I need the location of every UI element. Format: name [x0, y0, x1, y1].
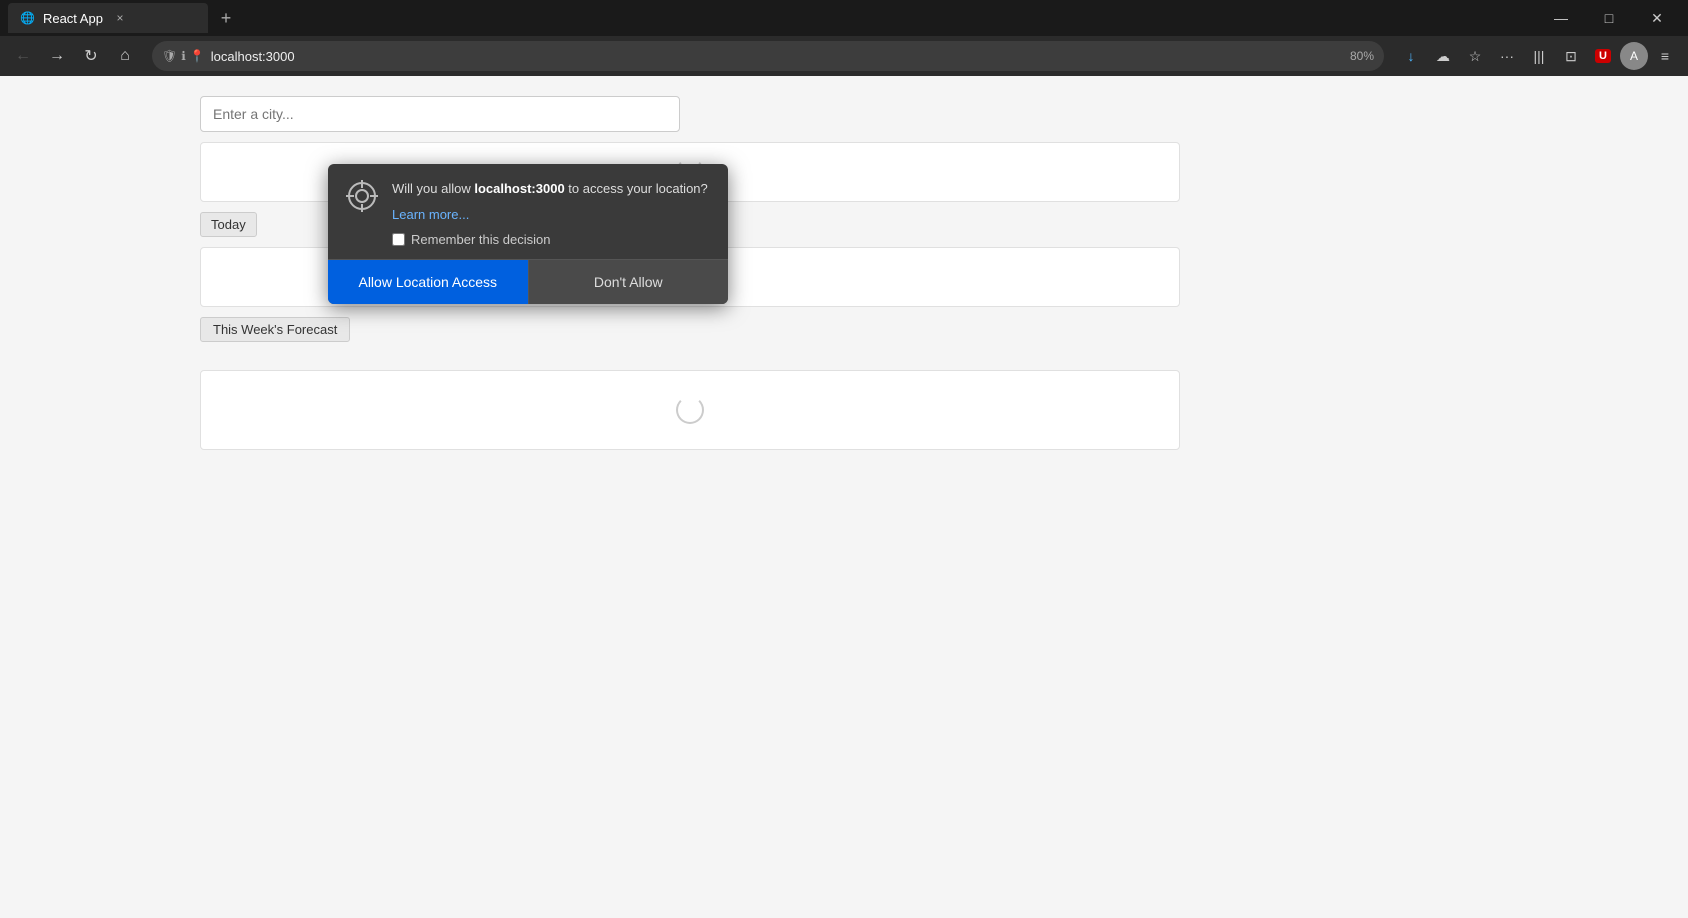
- popup-body: Will you allow localhost:3000 to access …: [328, 164, 728, 259]
- more-icon: ···: [1500, 48, 1514, 64]
- maximize-button[interactable]: □: [1586, 0, 1632, 36]
- deny-location-button[interactable]: Don't Allow: [528, 260, 729, 304]
- nav-bar: ← → ↻ ⌂ 🛡 ℹ 📍 localhost:3000 80% ↓ ☁ ☆ ·…: [0, 36, 1688, 76]
- forward-button[interactable]: →: [42, 41, 72, 71]
- nav-right-buttons: ↓ ☁ ☆ ··· ||| ⊡ U A ≡: [1396, 41, 1680, 71]
- avatar-icon: A: [1630, 49, 1638, 63]
- bookmark-button[interactable]: ☆: [1460, 41, 1490, 71]
- popup-buttons: Allow Location Access Don't Allow: [328, 259, 728, 304]
- forward-icon: →: [49, 47, 65, 65]
- title-bar: 🌐 React App × + — □ ✕: [0, 0, 1688, 36]
- location-icon: 📍: [190, 49, 205, 63]
- home-button[interactable]: ⌂: [110, 41, 140, 71]
- new-tab-button[interactable]: +: [212, 4, 240, 32]
- back-button[interactable]: ←: [8, 41, 38, 71]
- address-bar[interactable]: 🛡 ℹ 📍 localhost:3000 80%: [152, 41, 1384, 71]
- pocket-button[interactable]: ☁: [1428, 41, 1458, 71]
- split-button[interactable]: ⊡: [1556, 41, 1586, 71]
- library-button[interactable]: |||: [1524, 41, 1554, 71]
- zoom-level: 80%: [1350, 49, 1374, 63]
- week-forecast-button[interactable]: This Week's Forecast: [200, 317, 350, 342]
- today-button[interactable]: Today: [200, 212, 257, 237]
- minimize-button[interactable]: —: [1538, 0, 1584, 36]
- refresh-icon: ↻: [84, 46, 97, 66]
- browser-tab[interactable]: 🌐 React App ×: [8, 3, 208, 33]
- week-forecast-button-wrapper: This Week's Forecast: [200, 317, 1488, 358]
- address-text: localhost:3000: [211, 49, 1344, 64]
- home-icon: ⌂: [120, 47, 130, 65]
- download-icon: ↓: [1408, 48, 1415, 64]
- library-icon: |||: [1534, 48, 1545, 64]
- extension-icon: U: [1595, 49, 1611, 63]
- remember-decision-label[interactable]: Remember this decision: [392, 232, 712, 247]
- web-page: Today This Week's Forecast: [0, 76, 1688, 470]
- popup-text-area: Will you allow localhost:3000 to access …: [392, 180, 712, 247]
- learn-more-link[interactable]: Learn more...: [392, 207, 469, 222]
- week-forecast-loading-row: [200, 370, 1180, 450]
- location-permission-icon: [344, 180, 380, 216]
- split-icon: ⊡: [1565, 48, 1577, 65]
- refresh-button[interactable]: ↻: [76, 41, 106, 71]
- menu-icon: ≡: [1661, 48, 1669, 64]
- more-button[interactable]: ···: [1492, 41, 1522, 71]
- window-controls: — □ ✕: [1538, 0, 1680, 36]
- menu-button[interactable]: ≡: [1650, 41, 1680, 71]
- popup-learn-more: Learn more...: [392, 206, 712, 224]
- remember-decision-checkbox[interactable]: [392, 233, 405, 246]
- tab-area: 🌐 React App × +: [8, 3, 1538, 33]
- allow-location-button[interactable]: Allow Location Access: [328, 260, 528, 304]
- popup-question: Will you allow localhost:3000 to access …: [392, 180, 712, 198]
- location-permission-popup: Will you allow localhost:3000 to access …: [328, 164, 728, 304]
- city-input[interactable]: [200, 96, 680, 132]
- back-icon: ←: [15, 47, 31, 65]
- shield-icon: 🛡: [162, 49, 177, 63]
- city-input-wrapper: [200, 96, 1488, 132]
- close-button[interactable]: ✕: [1634, 0, 1680, 36]
- tab-label: React App: [43, 11, 103, 26]
- info-icon: ℹ: [181, 49, 186, 63]
- account-button[interactable]: A: [1620, 42, 1648, 70]
- star-icon: ☆: [1469, 48, 1482, 65]
- security-icons: 🛡 ℹ 📍: [162, 49, 205, 63]
- pocket-icon: ☁: [1436, 48, 1450, 65]
- loading-spinner-3: [676, 396, 704, 424]
- tab-favicon: 🌐: [20, 11, 35, 25]
- extension-button[interactable]: U: [1588, 41, 1618, 71]
- download-button[interactable]: ↓: [1396, 41, 1426, 71]
- tab-close-button[interactable]: ×: [111, 9, 129, 27]
- browser-content: Today This Week's Forecast: [0, 76, 1688, 918]
